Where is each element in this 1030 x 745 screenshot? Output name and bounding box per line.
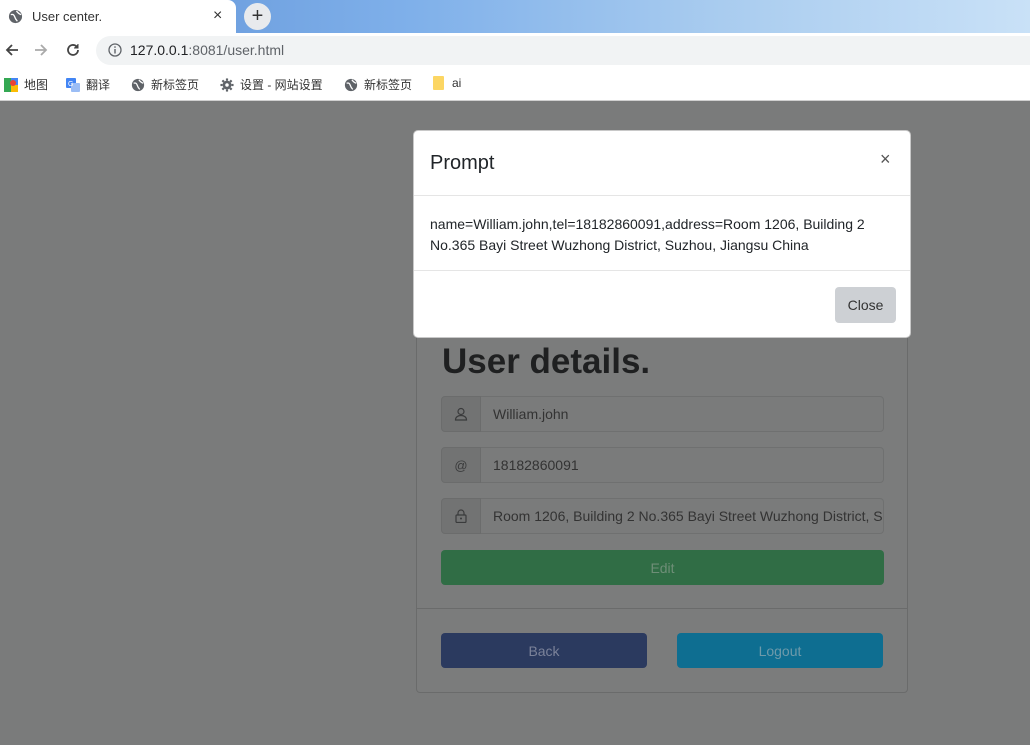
translate-icon: G <box>66 77 80 92</box>
prompt-modal: Prompt × name=William.john,tel=181828600… <box>413 130 911 338</box>
new-tab-button[interactable]: + <box>244 3 271 30</box>
url-path: :8081/user.html <box>188 42 285 58</box>
address-input-group: Room 1206, Building 2 No.365 Bayi Street… <box>441 498 884 534</box>
bookmark-label: 新标签页 <box>364 78 413 92</box>
globe-icon <box>131 78 145 91</box>
tel-field[interactable]: 18182860091 <box>481 447 884 483</box>
bookmark-label: 新标签页 <box>151 78 200 92</box>
svg-text:G: G <box>68 81 73 88</box>
browser-nav-bar: 127.0.0.1:8081/user.html <box>0 33 1030 68</box>
bookmark-translate[interactable]: G 翻译 <box>66 76 110 93</box>
name-input-group: William.john <box>441 396 884 432</box>
globe-icon <box>8 9 23 24</box>
maps-icon <box>4 77 18 92</box>
modal-title: Prompt <box>430 152 495 174</box>
bookmark-label: ai <box>452 76 462 90</box>
bookmark-newtab-1[interactable]: 新标签页 <box>131 76 199 93</box>
bookmark-label: 翻译 <box>86 78 111 92</box>
modal-close-button[interactable]: Close <box>835 287 896 323</box>
reload-icon[interactable] <box>65 42 81 58</box>
url-host: 127.0.0.1 <box>130 42 189 58</box>
browser-tab-bar: User center. × + <box>0 0 1030 33</box>
tab-close-icon[interactable]: × <box>213 7 222 25</box>
user-card: User details. William.john @ 18182860091… <box>416 277 908 693</box>
address-bar[interactable]: 127.0.0.1:8081/user.html <box>96 36 1030 65</box>
folder-icon <box>433 76 444 90</box>
page-title: User details. <box>442 342 651 381</box>
browser-tab[interactable]: User center. × <box>0 0 236 33</box>
back-button[interactable]: Back <box>441 633 647 668</box>
bookmarks-bar: 地图 G 翻译 新标签页 设置 - 网站设置 新标签页 ai <box>0 68 1030 101</box>
modal-close-icon[interactable]: × <box>880 149 891 170</box>
modal-header: Prompt × <box>414 131 910 196</box>
address-field[interactable]: Room 1206, Building 2 No.365 Bayi Street… <box>481 498 884 534</box>
at-sign-prefix: @ <box>441 447 481 483</box>
bookmark-label: 设置 - 网站设置 <box>240 78 323 92</box>
tel-input-group: @ 18182860091 <box>441 447 884 483</box>
user-icon <box>441 396 481 432</box>
modal-body: name=William.john,tel=18182860091,addres… <box>430 214 900 256</box>
forward-arrow-icon[interactable] <box>33 42 49 58</box>
url-text: 127.0.0.1:8081/user.html <box>130 42 284 58</box>
modal-body-line: No.365 Bayi Street Wuzhong District, Suz… <box>430 237 809 253</box>
edit-button[interactable]: Edit <box>441 550 884 585</box>
bookmark-folder-ai[interactable]: ai <box>432 76 461 90</box>
name-field[interactable]: William.john <box>481 396 884 432</box>
bookmark-newtab-2[interactable]: 新标签页 <box>344 76 412 93</box>
bookmark-maps[interactable]: 地图 <box>4 76 48 93</box>
info-icon[interactable] <box>108 43 122 57</box>
tab-title: User center. <box>32 9 103 24</box>
modal-body-line: name=William.john,tel=18182860091,addres… <box>430 216 865 232</box>
lock-icon <box>441 498 481 534</box>
logout-button[interactable]: Logout <box>677 633 883 668</box>
bookmark-settings[interactable]: 设置 - 网站设置 <box>220 76 323 93</box>
back-arrow-icon[interactable] <box>4 42 20 58</box>
bookmark-label: 地图 <box>24 78 49 92</box>
globe-icon <box>344 78 358 91</box>
gear-icon <box>220 77 234 92</box>
